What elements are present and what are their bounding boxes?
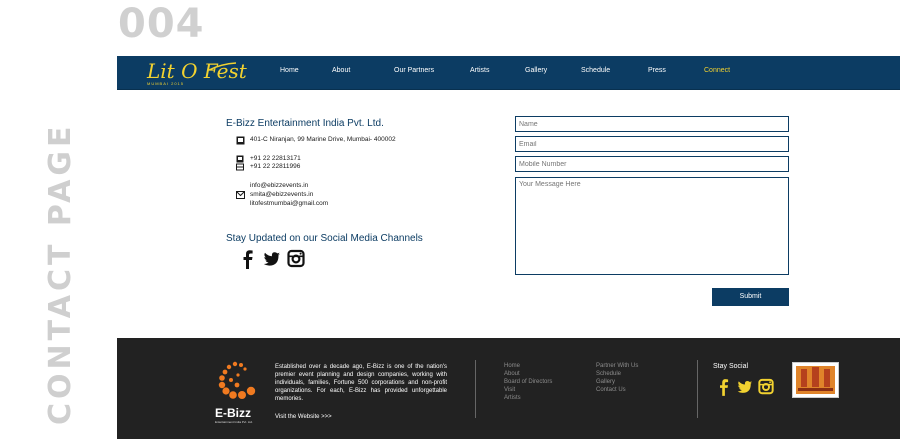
- submit-button[interactable]: Submit: [712, 288, 789, 306]
- email-address-2[interactable]: smita@ebizzevents.in: [250, 191, 313, 200]
- mobile-number-input[interactable]: [515, 156, 789, 172]
- page-number: 004: [118, 1, 205, 47]
- footer-link-gallery[interactable]: Gallery: [596, 378, 638, 386]
- phone-number-2[interactable]: +91 22 22811996: [250, 163, 300, 172]
- footer-links-column-2: Partner With Us Schedule Gallery Contact…: [596, 362, 638, 394]
- nav-item-press[interactable]: Press: [648, 67, 666, 74]
- nav-item-our-partners[interactable]: Our Partners: [394, 67, 434, 74]
- footer-brand-sub: Entertainment India Pvt. Ltd.: [215, 420, 253, 424]
- footer-twitter-icon[interactable]: [737, 378, 753, 396]
- footer-link-board-of-directors[interactable]: Board of Directors: [504, 378, 552, 386]
- footer-link-home[interactable]: Home: [504, 362, 552, 370]
- top-navbar: Lit O Fest MUMBAI 2015 Home About Our Pa…: [117, 56, 900, 90]
- footer-link-about[interactable]: About: [504, 370, 552, 378]
- social-title: Stay Updated on our Social Media Channel…: [226, 233, 423, 244]
- email-input[interactable]: [515, 136, 789, 152]
- footer-link-partner-with-us[interactable]: Partner With Us: [596, 362, 638, 370]
- ebizz-logo-icon[interactable]: [216, 360, 260, 406]
- address-icon: [236, 136, 245, 145]
- logo-subtitle: MUMBAI 2015: [147, 81, 185, 86]
- address-text: 401-C Niranjan, 99 Marine Drive, Mumbai-…: [250, 136, 396, 143]
- footer-link-visit[interactable]: Visit: [504, 386, 552, 394]
- name-input[interactable]: [515, 116, 789, 132]
- phone-icon: [236, 155, 244, 171]
- footer-instagram-icon[interactable]: [758, 378, 774, 396]
- footer-divider: [475, 360, 476, 418]
- facebook-icon[interactable]: [239, 249, 257, 269]
- nav-item-connect[interactable]: Connect: [704, 67, 730, 74]
- footer-brand: E-Bizz: [215, 406, 251, 420]
- mail-icon: [236, 191, 245, 199]
- logo-swoosh-icon: [209, 62, 237, 71]
- footer-link-artists[interactable]: Artists: [504, 394, 552, 402]
- nav-item-gallery[interactable]: Gallery: [525, 67, 547, 74]
- website-mockup: Lit O Fest MUMBAI 2015 Home About Our Pa…: [117, 56, 900, 439]
- nav-item-about[interactable]: About: [332, 67, 350, 74]
- email-address-1[interactable]: info@ebizzevents.in: [250, 182, 308, 191]
- email-address-3[interactable]: litofestmumbai@gmail.com: [250, 200, 328, 209]
- footer-link-contact-us[interactable]: Contact Us: [596, 386, 638, 394]
- partner-badge[interactable]: [792, 362, 839, 398]
- nav-item-artists[interactable]: Artists: [470, 67, 489, 74]
- visit-website-link[interactable]: Visit the Website >>>: [275, 414, 332, 420]
- nav-item-schedule[interactable]: Schedule: [581, 67, 610, 74]
- footer-facebook-icon[interactable]: [716, 378, 732, 396]
- nav-item-home[interactable]: Home: [280, 67, 299, 74]
- footer-social-title: Stay Social: [713, 363, 749, 370]
- site-footer: E-Bizz Entertainment India Pvt. Ltd. Est…: [117, 338, 900, 439]
- twitter-icon[interactable]: [263, 249, 281, 269]
- footer-divider: [697, 360, 698, 418]
- instagram-icon[interactable]: [287, 249, 305, 269]
- company-name: E-Bizz Entertainment India Pvt. Ltd.: [226, 118, 384, 129]
- footer-links-column-1: Home About Board of Directors Visit Arti…: [504, 362, 552, 402]
- footer-link-schedule[interactable]: Schedule: [596, 370, 638, 378]
- side-title: CONTACT PAGE: [43, 122, 78, 425]
- footer-about-text: Established over a decade ago, E-Bizz is…: [275, 364, 447, 402]
- message-textarea[interactable]: [515, 177, 789, 275]
- partner-badge-icon: [796, 366, 835, 394]
